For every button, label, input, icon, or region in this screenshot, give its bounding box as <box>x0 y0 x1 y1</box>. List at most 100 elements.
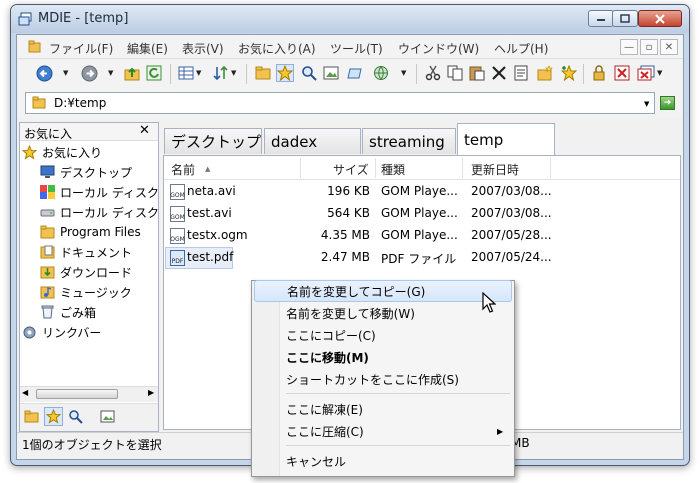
menu-item-rename-move[interactable]: 名前を変更して移動(W) <box>254 302 512 324</box>
menu-item-extract-here[interactable]: ここに解凍(E) <box>254 398 512 420</box>
properties-icon[interactable] <box>512 64 530 82</box>
tree-item-label: ごみ箱 <box>60 305 97 320</box>
file-name: testx.ogm <box>187 228 248 242</box>
address-input[interactable] <box>25 92 655 114</box>
forward-history-dropdown[interactable]: ▼ <box>108 69 113 77</box>
mdi-minimize-button[interactable]: — <box>620 39 638 55</box>
menu-view[interactable]: 表示(V) <box>182 40 224 57</box>
window-title: MDIE - [temp] <box>38 11 129 26</box>
tree-item-local-disk-1[interactable]: ローカル ディスク <box>40 182 159 202</box>
tree-item-label: デスクトップ <box>60 165 133 180</box>
close-pane-icon[interactable]: ✕ <box>139 123 150 138</box>
menu-item-cancel[interactable]: キャンセル <box>254 450 512 472</box>
menu-file[interactable]: ファイル(F) <box>49 40 113 57</box>
search-pane-icon[interactable] <box>66 407 85 426</box>
menu-item-compress-here[interactable]: ここに圧縮(C) <box>254 420 512 442</box>
music-icon <box>40 285 55 299</box>
tree-item-music[interactable]: ミュージック <box>40 282 132 302</box>
favorites-star-icon[interactable] <box>276 64 294 82</box>
thumbnail-pane-icon[interactable] <box>98 407 117 426</box>
menu-item-rename-copy[interactable]: 名前を変更してコピー(G) <box>254 280 512 302</box>
search-icon[interactable] <box>300 64 318 82</box>
gom-video-file-icon: OGM <box>170 228 185 244</box>
network-drive-icon[interactable] <box>372 64 390 82</box>
column-divider[interactable] <box>462 158 463 178</box>
cut-icon[interactable] <box>424 64 442 82</box>
forward-button[interactable] <box>80 64 98 82</box>
mdi-close-button[interactable]: ✕ <box>660 39 678 55</box>
folder-pane-icon[interactable] <box>22 407 41 426</box>
toolbar-separator <box>416 64 417 84</box>
tree-item-program-files[interactable]: Program Files <box>40 222 141 242</box>
tree-item-label: ローカル ディスク <box>60 185 159 200</box>
tab-temp[interactable]: temp <box>457 123 555 155</box>
menu-separator <box>286 445 510 446</box>
scroll-right-icon[interactable]: ▶ <box>148 388 154 397</box>
menu-window[interactable]: ウインドウ(W) <box>398 40 479 57</box>
tree-item-local-disk-2[interactable]: ローカル ディスク <box>40 202 159 222</box>
tree-item-desktop[interactable]: デスクトップ <box>40 162 132 182</box>
column-type[interactable]: 種類 <box>381 161 405 178</box>
close-tab-icon[interactable] <box>613 64 631 82</box>
menu-favorites[interactable]: お気に入り(A) <box>238 40 316 57</box>
preview-icon[interactable] <box>346 64 364 82</box>
app-icon[interactable] <box>18 12 32 26</box>
network-dropdown[interactable]: ▼ <box>401 69 406 77</box>
paste-icon[interactable] <box>468 64 486 82</box>
close-window-button[interactable] <box>638 10 682 27</box>
view-mode-icon[interactable] <box>177 64 195 82</box>
scroll-left-icon[interactable]: ◀ <box>22 388 28 397</box>
column-divider[interactable] <box>300 158 301 178</box>
menu-item-move-here[interactable]: ここに移動(M) <box>254 346 512 368</box>
column-divider[interactable] <box>375 158 376 178</box>
new-folder-icon[interactable] <box>536 64 554 82</box>
close-all-tabs-icon[interactable] <box>637 64 655 82</box>
refresh-icon[interactable] <box>145 64 163 82</box>
column-name[interactable]: 名前 <box>171 161 195 178</box>
lock-icon[interactable] <box>590 64 608 82</box>
column-header <box>164 156 680 180</box>
tree-item-linkbar[interactable]: リンクバー <box>22 322 101 342</box>
tree-item-recycle-bin[interactable]: ごみ箱 <box>40 302 96 322</box>
sort-icon[interactable] <box>212 64 230 82</box>
tab-streaming[interactable]: streaming <box>362 128 456 154</box>
folder-tree-icon[interactable] <box>254 64 272 82</box>
document-folder-icon[interactable] <box>28 40 41 53</box>
address-dropdown-icon[interactable]: ▼ <box>644 100 649 108</box>
sort-dropdown[interactable]: ▼ <box>231 69 236 77</box>
menu-item-copy-here[interactable]: ここにコピー(C) <box>254 324 512 346</box>
file-size: 2.47 MB <box>320 250 370 264</box>
favorites-pane-icon[interactable] <box>44 407 63 426</box>
mdi-restore-button[interactable]: ▫ <box>640 39 658 55</box>
tree-item-downloads[interactable]: ダウンロード <box>40 262 132 282</box>
tab-desktop[interactable]: デスクトップ <box>164 128 262 154</box>
minimize-button[interactable] <box>588 10 614 27</box>
toolbar-separator <box>170 64 171 84</box>
address-path[interactable]: D:¥temp <box>54 96 106 110</box>
thumbnail-icon[interactable] <box>322 64 340 82</box>
delete-icon[interactable] <box>490 64 508 82</box>
menu-item-create-shortcut[interactable]: ショートカットをここに作成(S) <box>254 368 512 390</box>
view-mode-dropdown[interactable]: ▼ <box>196 69 201 77</box>
file-date: 2007/05/28... <box>471 228 552 242</box>
column-divider[interactable] <box>550 158 551 178</box>
back-button[interactable] <box>35 64 53 82</box>
up-folder-icon[interactable] <box>123 64 141 82</box>
scrollbar-thumb[interactable] <box>36 389 118 399</box>
tree-item-documents[interactable]: ドキュメント <box>40 242 132 262</box>
column-date[interactable]: 更新日時 <box>471 161 519 178</box>
column-size[interactable]: サイズ <box>333 161 369 178</box>
add-favorite-icon[interactable] <box>560 64 578 82</box>
menu-tools[interactable]: ツール(T) <box>330 40 383 57</box>
maximize-button[interactable] <box>612 10 638 27</box>
go-arrow-icon[interactable]: ➜ <box>660 96 675 110</box>
tree-item-favorites[interactable]: お気に入り <box>22 142 102 162</box>
copy-icon[interactable] <box>446 64 464 82</box>
menu-edit[interactable]: 編集(E) <box>127 40 168 57</box>
back-history-dropdown[interactable]: ▼ <box>63 69 68 77</box>
tab-dadex[interactable]: dadex <box>264 128 361 154</box>
menu-help[interactable]: ヘルプ(H) <box>494 40 548 57</box>
close-tabs-dropdown[interactable]: ▼ <box>657 69 662 77</box>
gom-video-file-icon: GOM <box>170 184 185 200</box>
downloads-icon <box>40 265 55 279</box>
